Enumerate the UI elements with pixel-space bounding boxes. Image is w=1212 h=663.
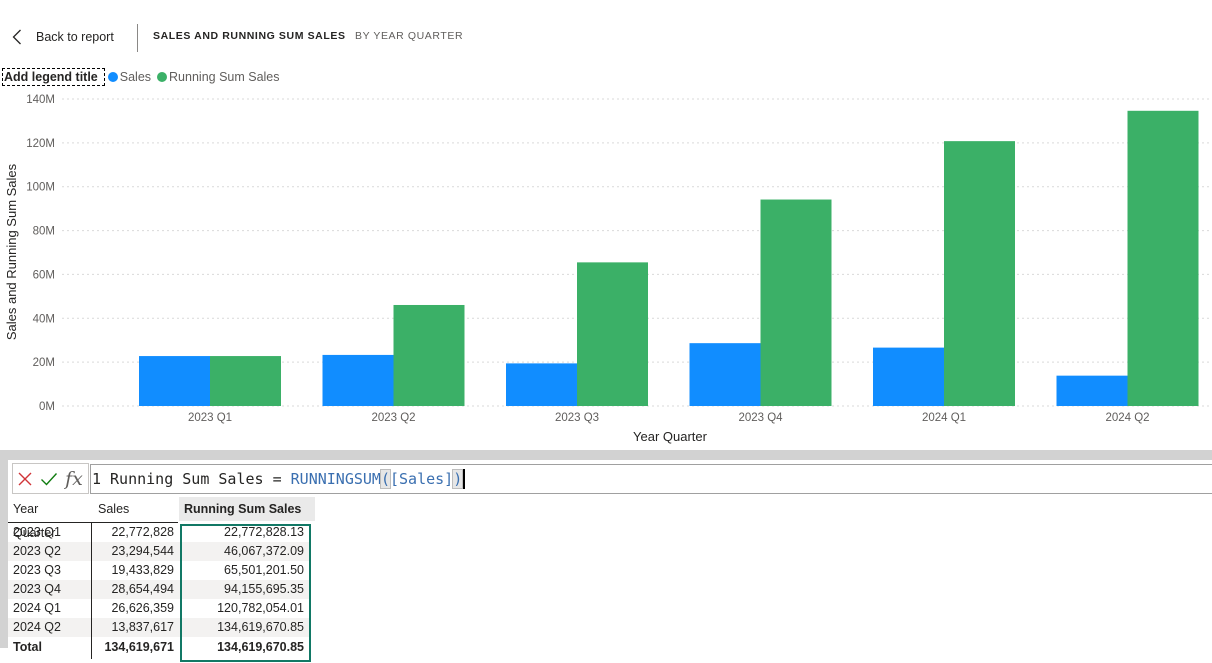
table-total-row: Total 134,619,671 134,619,670.85: [8, 637, 311, 658]
y-tick-label: 120M: [26, 138, 55, 150]
header-divider: [137, 24, 138, 52]
legend-title-placeholder[interactable]: Add legend title: [2, 67, 105, 86]
cell-total-running-sum: 134,619,670.85: [217, 640, 304, 654]
x-tick-label: 2023 Q4: [738, 412, 783, 424]
table-row[interactable]: 2023 Q1 22,772,828 22,772,828.13: [8, 523, 311, 542]
table-body: 2023 Q1 22,772,828 22,772,828.13 2023 Q2…: [8, 523, 311, 658]
bar-running-sum-sales[interactable]: [393, 304, 465, 406]
cancel-formula-button[interactable]: [13, 464, 37, 493]
x-axis-ticks: 2023 Q1 2023 Q2 2023 Q3 2023 Q4 2024 Q1 2024 …: [188, 412, 1150, 424]
measure-name: Running Sum Sales: [110, 470, 264, 488]
cell-year-quarter: 2023 Q1: [13, 525, 61, 539]
cell-sales: 22,772,828: [111, 525, 174, 539]
legend-label-sales: Sales: [119, 69, 152, 84]
back-to-report-label: Back to report: [36, 30, 114, 44]
y-tick-label: 0M: [39, 401, 55, 413]
commit-formula-button[interactable]: [37, 464, 61, 493]
y-tick-label: 80M: [33, 226, 55, 238]
table-row[interactable]: 2024 Q1 26,626,359 120,782,054.01: [8, 599, 311, 618]
legend-dot-running-sum-icon: [157, 71, 168, 82]
cell-sales: 28,654,494: [111, 582, 174, 596]
y-axis-ticks: 0M 20M 40M 60M 80M 100M 120M 140M: [26, 94, 55, 413]
x-tick-label: 2023 Q1: [188, 412, 232, 424]
back-to-report-button[interactable]: Back to report: [12, 26, 114, 48]
cell-year-quarter: 2023 Q4: [13, 582, 61, 596]
chevron-left-icon: [12, 29, 22, 45]
bar-running-sum-sales[interactable]: [760, 199, 832, 406]
bar-running-sum-sales[interactable]: [577, 262, 648, 406]
legend-dot-sales-icon: [107, 71, 118, 82]
table-row[interactable]: 2024 Q2 13,837,617 134,619,670.85: [8, 618, 311, 637]
cell-sales: 13,837,617: [111, 620, 174, 634]
formula-input[interactable]: 1 Running Sum Sales = RUNNINGSUM([Sales]): [90, 464, 1212, 494]
y-tick-label: 40M: [33, 313, 55, 325]
y-tick-label: 20M: [33, 357, 55, 369]
column-header-year-quarter[interactable]: Year Quarter: [13, 497, 55, 540]
legend-item-sales[interactable]: Sales: [107, 69, 152, 84]
close-paren: ): [452, 469, 464, 489]
legend-item-running-sum-sales[interactable]: Running Sum Sales: [157, 69, 280, 84]
cell-year-quarter: 2024 Q2: [13, 620, 61, 634]
cell-running-sum: 134,619,670.85: [217, 620, 304, 634]
focus-mode-header: Back to report SALES AND RUNNING SUM SAL…: [0, 0, 1212, 70]
column-separator: [91, 523, 92, 659]
bar-sales[interactable]: [873, 347, 944, 406]
check-icon: [41, 472, 58, 486]
chart-legend: Add legend title Sales Running Sum Sales: [2, 67, 286, 86]
line-number: 1: [92, 470, 102, 488]
y-axis-title: Sales and Running Sum Sales: [4, 163, 19, 340]
cell-running-sum: 94,155,695.35: [224, 582, 304, 596]
cell-year-quarter: 2024 Q1: [13, 601, 61, 615]
bar-sales[interactable]: [322, 354, 394, 406]
function-name: RUNNINGSUM: [290, 470, 381, 488]
text-cursor: [463, 469, 466, 489]
bar-sales[interactable]: [139, 356, 210, 406]
bar-running-sum-sales[interactable]: [210, 356, 281, 406]
pane-splitter[interactable]: [0, 450, 1212, 460]
visual-title: SALES AND RUNNING SUM SALES: [153, 30, 346, 42]
bar-sales[interactable]: [689, 343, 761, 406]
cell-running-sum: 22,772,828.13: [224, 525, 304, 539]
cell-sales: 19,433,829: [111, 563, 174, 577]
formula-controls: fx: [12, 463, 89, 494]
x-tick-label: 2023 Q2: [371, 412, 415, 424]
x-tick-label: 2024 Q2: [1105, 412, 1149, 424]
column-header-running-sum-sales[interactable]: Running Sum Sales: [179, 497, 315, 521]
cell-total-label: Total: [13, 640, 42, 654]
bar-sales[interactable]: [506, 363, 577, 406]
cell-running-sum: 120,782,054.01: [217, 601, 304, 615]
clustered-column-chart: 0M20M40M60M80M100M120M140M 2023 Q1 2023 Q…: [4, 94, 1212, 444]
cell-sales: 26,626,359: [111, 601, 174, 615]
cell-year-quarter: 2023 Q3: [13, 563, 61, 577]
fx-icon: fx: [65, 467, 83, 490]
cell-sales: 23,294,544: [111, 544, 174, 558]
measure-reference: [Sales]: [390, 470, 454, 488]
equals-operator: =: [272, 470, 282, 488]
visual-subtitle: BY YEAR QUARTER: [355, 30, 464, 42]
cell-total-sales: 134,619,671: [104, 640, 174, 654]
bar-running-sum-sales[interactable]: [1127, 110, 1199, 407]
x-tick-label: 2023 Q3: [555, 412, 599, 424]
table-row[interactable]: 2023 Q2 23,294,544 46,067,372.09: [8, 542, 311, 561]
y-tick-label: 140M: [26, 94, 55, 106]
table-row[interactable]: 2023 Q4 28,654,494 94,155,695.35: [8, 580, 311, 599]
cell-running-sum: 65,501,201.50: [224, 563, 304, 577]
y-tick-label: 100M: [26, 182, 55, 194]
column-header-sales[interactable]: Sales: [98, 497, 129, 521]
open-paren: (: [379, 469, 392, 489]
table-row[interactable]: 2023 Q3 19,433,829 65,501,201.50: [8, 561, 311, 580]
bar-sales[interactable]: [1056, 375, 1128, 406]
cross-icon: [18, 472, 32, 485]
legend-label-running-sum-sales: Running Sum Sales: [169, 69, 280, 84]
x-axis-title: Year Quarter: [633, 429, 708, 444]
x-tick-label: 2024 Q1: [922, 412, 966, 424]
cell-year-quarter: 2023 Q2: [13, 544, 61, 558]
cell-running-sum: 46,067,372.09: [224, 544, 304, 558]
left-pane-edge: [0, 460, 8, 648]
y-tick-label: 60M: [33, 269, 55, 281]
bar-running-sum-sales[interactable]: [944, 141, 1015, 406]
